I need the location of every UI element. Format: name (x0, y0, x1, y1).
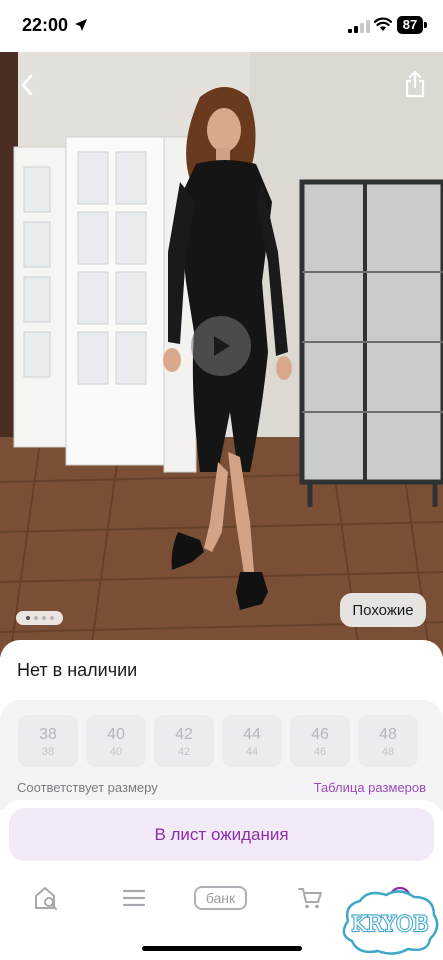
status-time: 22:00 (22, 15, 69, 35)
size-sublabel: 40 (109, 746, 123, 758)
size-label: 46 (311, 726, 329, 743)
size-chip-42[interactable]: 42 42 (154, 715, 214, 767)
tab-cart[interactable] (296, 885, 324, 911)
photo-pager (16, 611, 63, 625)
add-to-waitlist-button[interactable]: В лист ожидания (9, 808, 434, 861)
wifi-icon (374, 17, 392, 31)
size-sublabel: 38 (41, 746, 55, 758)
tab-catalog[interactable] (120, 885, 148, 911)
pager-dot (33, 616, 38, 620)
size-sublabel: 44 (245, 746, 259, 758)
tab-bank[interactable]: банк (194, 886, 247, 910)
battery-cap (424, 22, 427, 28)
size-chip-46[interactable]: 46 46 (290, 715, 350, 767)
cellular-signal-icon (348, 20, 370, 33)
play-video-button[interactable] (191, 316, 251, 376)
sizes-section: 38 38 40 40 42 42 44 44 46 46 48 48 Соот… (0, 700, 443, 810)
size-label: 42 (175, 726, 193, 743)
size-chip-38[interactable]: 38 38 (18, 715, 78, 767)
size-chip-40[interactable]: 40 40 (86, 715, 146, 767)
size-label: 38 (39, 726, 57, 743)
size-sublabel: 42 (177, 746, 191, 758)
size-sublabel: 48 (381, 746, 395, 758)
play-icon (214, 336, 230, 356)
pager-dot (41, 616, 46, 620)
size-table-link[interactable]: Таблица размеров (314, 780, 426, 795)
availability-card: Нет в наличии (0, 640, 443, 700)
size-sublabel: 46 (313, 746, 327, 758)
share-icon (405, 70, 425, 98)
cart-icon (298, 888, 322, 909)
size-label: 40 (107, 726, 125, 743)
share-button[interactable] (400, 68, 430, 100)
watermark-text: KRYOB (351, 912, 428, 936)
chevron-left-icon (21, 74, 33, 96)
search-home-icon (35, 887, 57, 910)
pager-dot (49, 616, 54, 620)
back-button[interactable] (12, 70, 42, 100)
home-indicator (142, 946, 302, 951)
size-chip-48[interactable]: 48 48 (358, 715, 418, 767)
size-chip-44[interactable]: 44 44 (222, 715, 282, 767)
size-label: 44 (243, 726, 261, 743)
size-label: 48 (379, 726, 397, 743)
battery-level: 87 (397, 16, 423, 34)
tab-home[interactable] (32, 885, 60, 911)
pager-dot-active (25, 616, 30, 620)
location-arrow-icon (75, 19, 87, 31)
kryob-watermark-logo: KRYOB (342, 890, 439, 955)
status-bar: 22:00 87 (0, 0, 443, 52)
similar-products-button[interactable]: Похожие (340, 593, 426, 627)
availability-status: Нет в наличии (17, 660, 138, 680)
catalog-menu-icon (122, 889, 146, 907)
size-fit-note: Соответствует размеру (17, 780, 158, 795)
